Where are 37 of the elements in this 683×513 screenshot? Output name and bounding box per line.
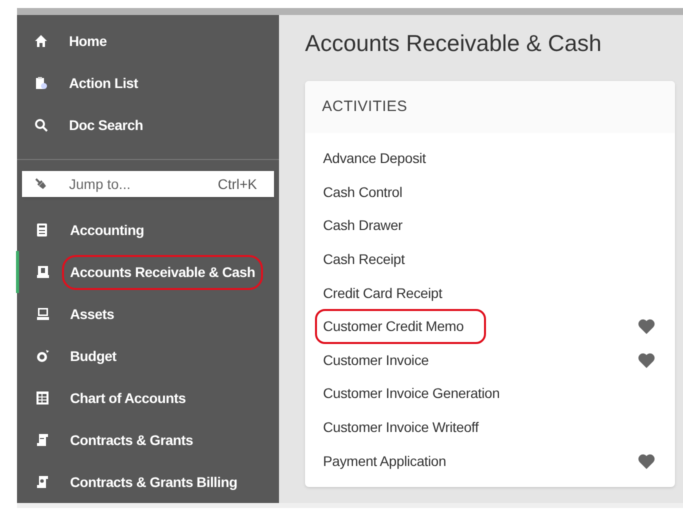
scroll-icon — [36, 475, 49, 489]
activity-link[interactable]: Payment Application — [315, 444, 454, 479]
nav-item[interactable]: Budget — [16, 335, 279, 377]
monitor-icon — [36, 307, 50, 321]
activity-link[interactable]: Cash Receipt — [315, 242, 413, 278]
page-title: Accounts Receivable & Cash — [305, 29, 603, 58]
house-icon — [34, 34, 48, 48]
shortcut-label: Ctrl+K — [218, 174, 257, 194]
activity-link[interactable]: Cash Drawer — [315, 208, 410, 244]
document-icon — [36, 265, 50, 279]
activity-link[interactable]: Customer Invoice Generation — [315, 376, 508, 412]
nav-item[interactable]: Contracts & Grants — [16, 419, 279, 461]
heart-icon[interactable] — [638, 454, 655, 469]
scroll-icon — [36, 433, 49, 447]
jump-input[interactable]: Jump to... — [69, 174, 218, 194]
nav-item[interactable]: Assets — [16, 293, 279, 335]
activity-link[interactable]: Customer Credit Memo — [315, 309, 486, 344]
clipboard-icon — [34, 76, 48, 90]
activity-link[interactable]: Customer Invoice — [315, 342, 437, 378]
nav-link[interactable]: Action List — [69, 72, 138, 94]
activity-link[interactable]: Advance Deposit — [315, 141, 434, 176]
search-icon — [34, 118, 48, 132]
nav-item[interactable]: Chart of Accounts — [16, 377, 279, 419]
table-icon — [36, 391, 49, 405]
heart-icon[interactable] — [638, 319, 655, 334]
activity-link[interactable]: Credit Card Receipt — [315, 276, 450, 311]
calculator-icon — [36, 223, 48, 237]
nav-link[interactable]: Home — [69, 30, 107, 52]
activity-link[interactable]: Cash Control — [315, 174, 410, 210]
card-heading: ACTIVITIES — [322, 96, 408, 117]
nav-link[interactable]: Doc Search — [69, 114, 144, 136]
nav-item[interactable]: Contracts & Grants Billing — [16, 461, 279, 503]
jump-field[interactable]: Jump to... Ctrl+K — [22, 171, 274, 197]
heart-icon[interactable] — [638, 352, 655, 368]
target-icon — [36, 349, 50, 363]
nav-item[interactable]: Accounting — [16, 209, 279, 251]
activity-link[interactable]: Customer Invoice Writeoff — [315, 410, 487, 446]
